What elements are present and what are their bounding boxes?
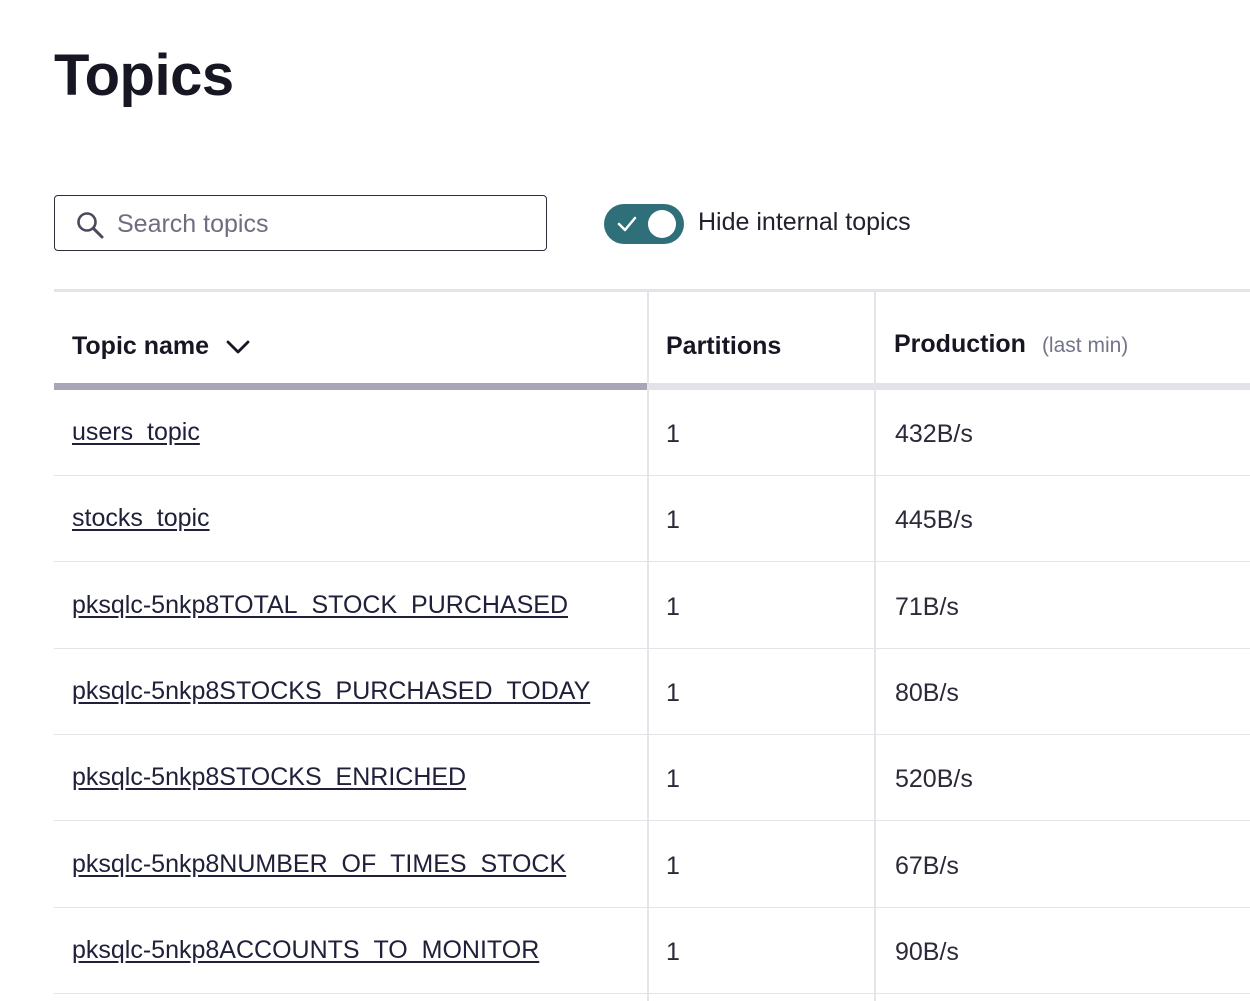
search-box[interactable] (54, 195, 547, 251)
chevron-down-icon (226, 340, 250, 353)
production-cell: 90B/s (895, 937, 959, 966)
page-title: Topics (54, 43, 234, 108)
table-row: stocks_topic 1 445B/s (54, 476, 1250, 563)
production-cell: 520B/s (895, 765, 973, 794)
column-divider (874, 292, 876, 1001)
table-row: pksqlc-5nkp8STOCKS_ENRICHED 1 520B/s (54, 735, 1250, 822)
production-cell: 67B/s (895, 851, 959, 880)
toggle-knob (648, 210, 676, 238)
column-header-production[interactable]: Production (last min) (894, 330, 1128, 359)
topic-name-link[interactable]: users_topic (72, 418, 594, 447)
partitions-cell: 1 (666, 765, 680, 794)
production-cell: 80B/s (895, 678, 959, 707)
column-label-topic-name: Topic name (72, 332, 210, 360)
header-underline (648, 383, 1250, 390)
column-label-production: Production (894, 330, 1026, 358)
column-label-partitions: Partitions (666, 332, 782, 360)
sort-indicator-bar (54, 383, 648, 390)
search-icon (77, 212, 104, 239)
topic-name-link[interactable]: pksqlc-5nkp8NUMBER_OF_TIMES_STOCK (72, 850, 594, 879)
partitions-cell: 1 (666, 506, 680, 535)
production-cell: 71B/s (895, 592, 959, 621)
partitions-cell: 1 (666, 678, 680, 707)
production-cell: 445B/s (895, 506, 973, 535)
partitions-cell: 1 (666, 592, 680, 621)
column-divider (647, 292, 649, 1001)
partitions-cell: 1 (666, 851, 680, 880)
check-icon (617, 216, 637, 232)
hide-internal-topics-toggle[interactable] (604, 204, 684, 244)
partitions-cell: 1 (666, 420, 680, 448)
column-header-partitions[interactable]: Partitions (666, 332, 781, 361)
search-input[interactable] (115, 206, 539, 242)
table-row: pksqlc-5nkp8STOCKS_PURCHASED_TODAY 1 80B/s (54, 649, 1250, 735)
table-row: pksqlc-5nkp8NUMBER_OF_TIMES_STOCK 1 67B/s (54, 822, 1250, 908)
table-row: pksqlc-5nkp8ACCOUNTS_TO_MONITOR 1 90B/s (54, 908, 1250, 994)
topic-name-link[interactable]: pksqlc-5nkp8STOCKS_PURCHASED_TODAY (72, 677, 594, 706)
table-row: pksqlc-5nkp8TOTAL_STOCK_PURCHASED 1 71B/s (54, 563, 1250, 649)
topic-name-link[interactable]: stocks_topic (72, 504, 594, 533)
topic-name-link[interactable]: pksqlc-5nkp8TOTAL_STOCK_PURCHASED (72, 591, 594, 620)
column-sublabel-production: (last min) (1041, 334, 1129, 357)
topics-table: Topic name Partitions Production (last m… (54, 289, 1250, 1001)
table-header: Topic name Partitions Production (last m… (54, 292, 1250, 386)
topic-name-link[interactable]: pksqlc-5nkp8ACCOUNTS_TO_MONITOR (72, 936, 594, 965)
topic-name-link[interactable]: pksqlc-5nkp8STOCKS_ENRICHED (72, 763, 594, 792)
toggle-label: Hide internal topics (698, 208, 911, 236)
production-cell: 432B/s (895, 420, 973, 448)
partitions-cell: 1 (666, 937, 680, 966)
column-header-topic-name[interactable]: Topic name (72, 332, 251, 361)
table-row: users_topic 1 432B/s (54, 390, 1250, 476)
